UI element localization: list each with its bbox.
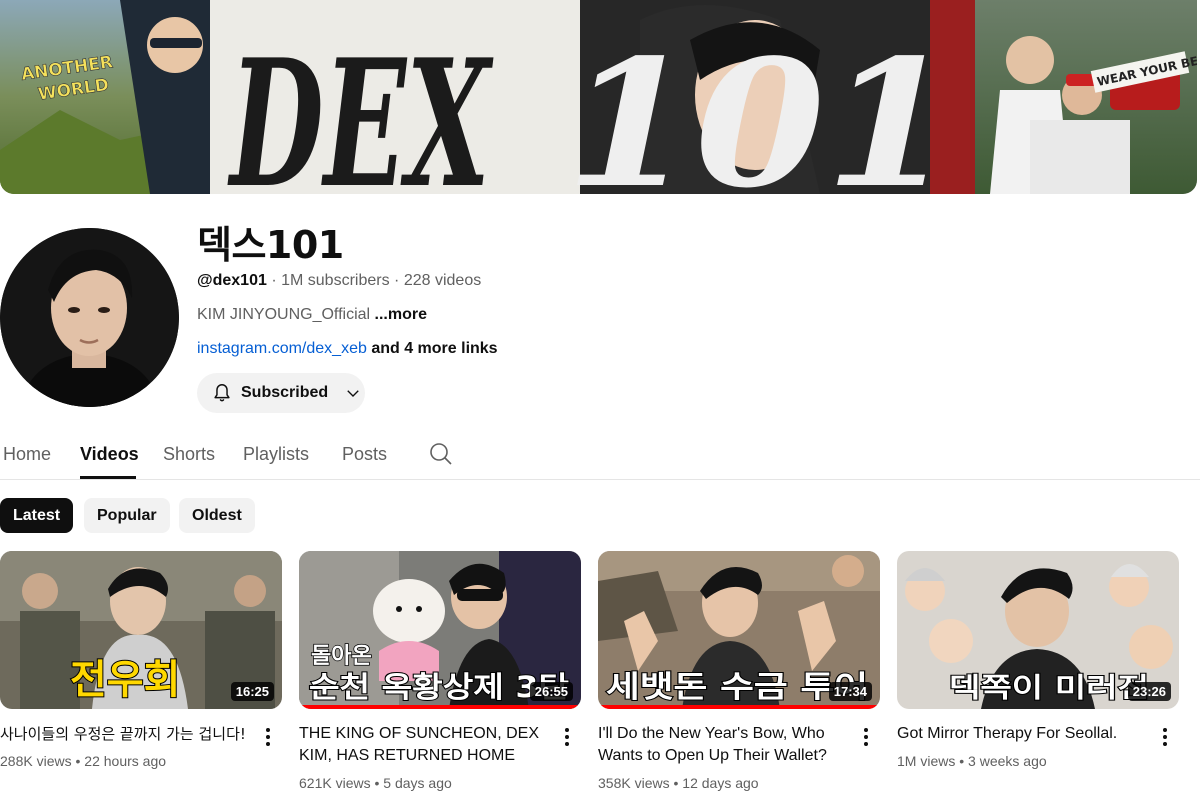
channel-banner: DEX 101 ANOTHER WORLD WEAR YOUR BEST: [0, 0, 1197, 194]
more-vert-icon[interactable]: [258, 725, 278, 749]
search-icon[interactable]: [428, 441, 454, 467]
meta-dot: •: [75, 753, 81, 769]
video-title[interactable]: THE KING OF SUNCHEON, DEX KIM, HAS RETUR…: [299, 723, 549, 767]
tab-playlists[interactable]: Playlists: [243, 444, 309, 465]
video-card[interactable]: 돌아온 순천 옥황상제 3탄 26:55 THE KING OF SUNCHEO…: [299, 551, 581, 791]
more-vert-icon[interactable]: [856, 725, 876, 749]
video-views: 1M views: [897, 753, 956, 769]
video-meta: 358K views • 12 days ago: [598, 775, 759, 791]
chip-latest[interactable]: Latest: [0, 498, 74, 533]
svg-text:DEX: DEX: [227, 22, 494, 194]
video-card[interactable]: 세뱃돈 수금 투어 17:34 I'll Do the New Year's B…: [598, 551, 880, 791]
video-age: 3 weeks ago: [968, 753, 1047, 769]
video-duration: 26:55: [529, 682, 573, 701]
banner-logo-text: DEX 101: [227, 22, 955, 194]
video-age: 5 days ago: [383, 775, 452, 791]
channel-meta: @dex101 · 1M subscribers · 228 videos: [197, 272, 481, 290]
subscribed-button[interactable]: Subscribed: [197, 373, 365, 413]
chevron-down-icon: [344, 384, 362, 402]
more-vert-icon[interactable]: [557, 725, 577, 749]
meta-separator: ·: [394, 272, 400, 289]
description-more-link[interactable]: ...more: [375, 306, 427, 323]
video-title[interactable]: Got Mirror Therapy For Seollal.: [897, 723, 1147, 745]
watch-progress-bar: [299, 705, 581, 709]
video-views: 358K views: [598, 775, 670, 791]
video-count: 228 videos: [403, 272, 482, 289]
bell-icon: [211, 382, 233, 404]
video-age: 22 hours ago: [84, 753, 167, 769]
description-text: KIM JINYOUNG_Official: [197, 306, 371, 323]
avatar-image: [0, 228, 179, 407]
tab-videos[interactable]: Videos: [80, 444, 139, 465]
banner-artwork: DEX 101 ANOTHER WORLD WEAR YOUR BEST: [0, 0, 1197, 194]
video-title[interactable]: 사나이들의 우정은 끝까지 가는 겁니다!: [0, 723, 250, 745]
instagram-link[interactable]: instagram.com/dex_xeb: [197, 340, 367, 357]
tab-posts[interactable]: Posts: [342, 444, 387, 465]
video-views: 621K views: [299, 775, 371, 791]
more-vert-icon[interactable]: [1155, 725, 1175, 749]
channel-name: 덱스101: [197, 223, 344, 267]
channel-tabs: Home Videos Shorts Playlists Posts: [0, 428, 1200, 480]
channel-avatar[interactable]: [0, 228, 179, 407]
watch-progress-bar: [598, 705, 880, 709]
tab-shorts[interactable]: Shorts: [163, 444, 215, 465]
chip-oldest[interactable]: Oldest: [179, 498, 255, 533]
meta-dot: •: [374, 775, 380, 791]
subscribed-label: Subscribed: [241, 384, 329, 401]
meta-dot: •: [959, 753, 965, 769]
video-meta: 621K views • 5 days ago: [299, 775, 452, 791]
active-tab-indicator: [80, 476, 136, 479]
video-views: 288K views: [0, 753, 72, 769]
channel-handle: @dex101: [197, 272, 267, 289]
video-meta: 288K views • 22 hours ago: [0, 753, 166, 769]
svg-text:101: 101: [565, 22, 955, 194]
more-links-button[interactable]: and 4 more links: [371, 340, 497, 357]
video-meta: 1M views • 3 weeks ago: [897, 753, 1047, 769]
thumbnail-caption: 덱쪽이 미러전: [949, 673, 1149, 704]
video-card[interactable]: 전우회 16:25 사나이들의 우정은 끝까지 가는 겁니다! 288K vie…: [0, 551, 282, 769]
meta-separator: ·: [271, 272, 277, 289]
thumbnail-caption-top: 돌아온: [311, 644, 372, 669]
video-title[interactable]: I'll Do the New Year's Bow, Who Wants to…: [598, 723, 848, 767]
chip-popular[interactable]: Popular: [84, 498, 170, 533]
video-duration: 17:34: [828, 682, 872, 701]
channel-links: instagram.com/dex_xeb and 4 more links: [197, 340, 498, 358]
video-thumbnail[interactable]: 세뱃돈 수금 투어 17:34: [598, 551, 880, 709]
video-age: 12 days ago: [682, 775, 759, 791]
video-duration: 23:26: [1127, 682, 1171, 701]
tab-home[interactable]: Home: [3, 444, 51, 465]
meta-dot: •: [673, 775, 679, 791]
video-thumbnail[interactable]: 전우회 16:25: [0, 551, 282, 709]
video-duration: 16:25: [230, 682, 274, 701]
video-card[interactable]: 덱쪽이 미러전 23:26 Got Mirror Therapy For Seo…: [897, 551, 1179, 769]
video-thumbnail[interactable]: 돌아온 순천 옥황상제 3탄 26:55: [299, 551, 581, 709]
video-thumbnail[interactable]: 덱쪽이 미러전 23:26: [897, 551, 1179, 709]
channel-description[interactable]: KIM JINYOUNG_Official ...more: [197, 306, 427, 324]
thumbnail-caption: 전우회: [70, 657, 180, 703]
subscriber-count: 1M subscribers: [281, 272, 390, 289]
